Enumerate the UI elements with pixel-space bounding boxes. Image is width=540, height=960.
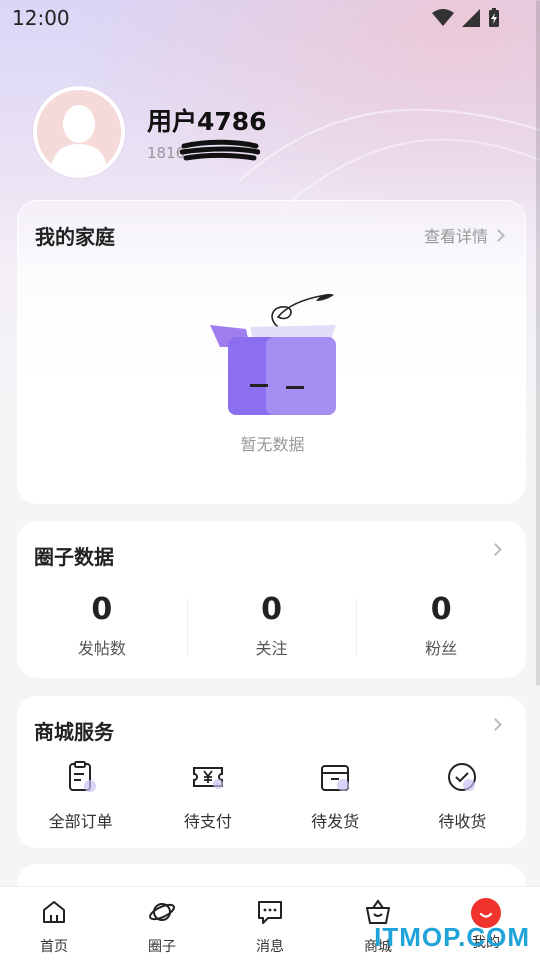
planet-icon (149, 903, 175, 921)
stat-value: 0 (91, 592, 113, 627)
clipboard-icon (68, 761, 96, 792)
message-icon (258, 901, 282, 924)
service-label: 待发货 (311, 812, 360, 831)
status-icons (432, 8, 500, 28)
mall-title: 商城服务 (34, 720, 114, 744)
chevron-right-icon (492, 228, 505, 242)
stat-posts[interactable]: 0 发帖数 (17, 591, 187, 659)
avatar[interactable] (33, 86, 125, 178)
family-title: 我的家庭 (35, 225, 115, 249)
ticket-yen-icon (192, 767, 223, 789)
chevron-right-icon[interactable] (489, 718, 502, 731)
scrollbar[interactable] (536, 0, 540, 686)
service-all-orders[interactable]: 全部订单 (17, 760, 144, 832)
service-pending-receipt[interactable]: 待收货 (399, 760, 526, 832)
service-pending-payment[interactable]: 待支付 (144, 760, 271, 832)
redaction-scribble (180, 139, 260, 161)
stat-value: 0 (430, 592, 452, 627)
stat-value: 0 (261, 592, 282, 627)
chevron-right-icon[interactable] (489, 543, 502, 556)
tab-messages[interactable]: 消息 (216, 887, 324, 960)
tab-label: 首页 (40, 939, 68, 955)
empty-state-text: 暂无数据 (240, 435, 305, 454)
family-card: 我的家庭 查看详情 暂无数据 (17, 200, 526, 504)
service-label: 全部订单 (48, 812, 113, 831)
circle-data-card[interactable]: 圈子数据 0 发帖数 0 关注 0 粉丝 (17, 521, 526, 678)
tab-label: 消息 (256, 939, 284, 955)
empty-box-illustration (210, 293, 336, 415)
check-circle-icon (448, 763, 477, 791)
service-label: 待收货 (438, 812, 487, 831)
signal-icon (462, 9, 480, 27)
stat-label: 关注 (255, 639, 288, 658)
username[interactable]: 用户4786 (147, 102, 267, 138)
avatar-placeholder-icon (37, 90, 121, 174)
mall-services-card: 商城服务 全部订单 待支付 待发货 待收货 (17, 696, 526, 848)
circle-stats: 0 发帖数 0 关注 0 粉丝 (17, 591, 526, 659)
tab-home[interactable]: 首页 (0, 887, 108, 960)
box-icon (321, 765, 350, 791)
tab-circle[interactable]: 圈子 (108, 887, 216, 960)
circle-title: 圈子数据 (34, 545, 114, 569)
status-time: 12:00 (12, 6, 70, 30)
battery-icon (489, 8, 499, 27)
stat-followers[interactable]: 0 粉丝 (356, 591, 526, 659)
mall-services: 全部订单 待支付 待发货 待收货 (17, 760, 526, 832)
stat-label: 粉丝 (425, 639, 458, 658)
stat-following[interactable]: 0 关注 (186, 591, 357, 659)
wifi-icon (432, 9, 454, 26)
service-label: 待支付 (183, 812, 232, 831)
home-icon (43, 901, 65, 923)
watermark: ITMOP.COM (374, 922, 530, 952)
stat-label: 发帖数 (77, 639, 126, 658)
status-bar: 12:00 (0, 0, 540, 36)
view-details-label: 查看详情 (423, 227, 488, 246)
service-pending-shipment[interactable]: 待发货 (272, 760, 399, 832)
tab-label: 圈子 (148, 939, 176, 955)
view-details-link[interactable]: 查看详情 (423, 223, 505, 247)
